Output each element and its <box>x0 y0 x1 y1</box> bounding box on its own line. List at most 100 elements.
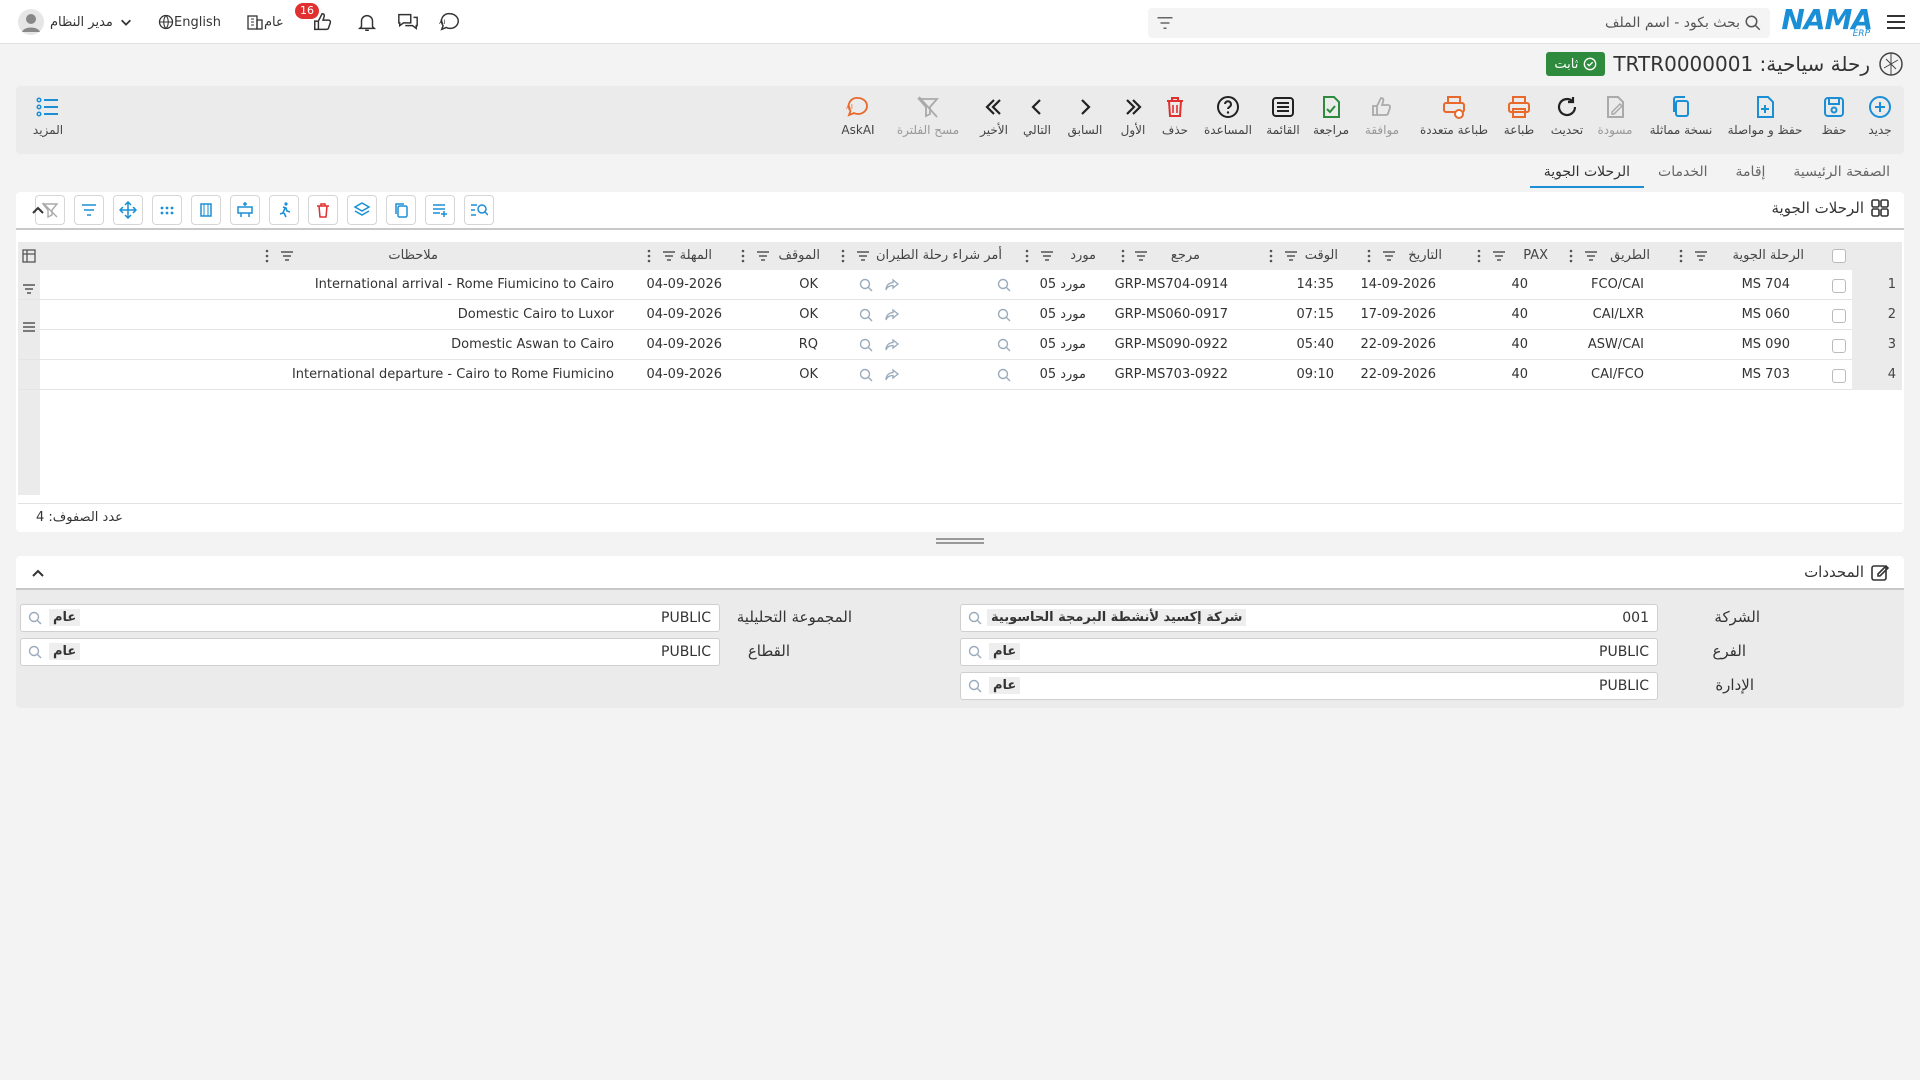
user-menu[interactable]: مدير النظام <box>10 9 133 35</box>
save-continue-button[interactable]: حفظ و مواصلة <box>1724 94 1806 137</box>
insert-row-button[interactable] <box>230 195 260 225</box>
run-button[interactable] <box>269 195 299 225</box>
row-checkbox[interactable] <box>1832 339 1846 353</box>
search-icon[interactable] <box>858 337 874 353</box>
draft-button[interactable]: مسودة <box>1594 94 1636 137</box>
col-purchase-order[interactable]: أمر شراء رحلة الطيران <box>830 242 1016 270</box>
refresh-button[interactable]: تحديث <box>1546 94 1588 137</box>
language-switch[interactable]: English <box>158 11 225 33</box>
col-time[interactable]: الوقت <box>1258 242 1362 270</box>
table-settings-icon[interactable] <box>22 249 36 263</box>
layers-button[interactable] <box>347 195 377 225</box>
column-menu-icon[interactable] <box>738 249 748 263</box>
more-button[interactable]: المزيد <box>28 94 68 137</box>
column-filter-icon[interactable] <box>1284 250 1298 262</box>
sector-field[interactable]: PUBLIC عام <box>20 638 720 666</box>
table-row[interactable]: 4 MS 703 CAI/FCO 40 22-09-2026 09:10 GRP… <box>18 360 1902 390</box>
save-button[interactable]: حفظ <box>1810 94 1858 137</box>
department-field[interactable]: PUBLIC عام <box>960 672 1658 700</box>
search-icon[interactable] <box>967 610 983 626</box>
hamburger-menu-icon[interactable] <box>1884 10 1908 34</box>
share-arrow-icon[interactable] <box>884 337 900 353</box>
search-icon[interactable] <box>858 307 874 323</box>
col-pax[interactable]: PAX <box>1472 242 1568 270</box>
column-menu-icon[interactable] <box>1474 249 1484 263</box>
new-button[interactable]: جديد <box>1856 94 1904 137</box>
messages-button[interactable] <box>396 11 420 33</box>
approvals-button[interactable]: 16 <box>295 3 334 33</box>
column-filter-icon[interactable] <box>856 250 870 262</box>
search-icon[interactable] <box>1744 14 1762 32</box>
share-arrow-icon[interactable] <box>884 277 900 293</box>
branch-field[interactable]: PUBLIC عام <box>960 638 1658 666</box>
delete-button[interactable]: حذف <box>1158 94 1192 137</box>
search-input[interactable] <box>1200 8 1740 38</box>
column-menu-icon[interactable] <box>1676 249 1686 263</box>
search-icon[interactable] <box>858 367 874 383</box>
search-icon[interactable] <box>967 678 983 694</box>
help-button[interactable]: المساعدة <box>1200 94 1256 137</box>
company-field[interactable]: 001 شركة إكسيد لأنشطة البرمجة الحاسوبية <box>960 604 1658 632</box>
tab-accommodation[interactable]: إقامة <box>1722 160 1780 188</box>
tab-services[interactable]: الخدمات <box>1644 160 1722 188</box>
move-button[interactable] <box>113 195 143 225</box>
search-icon[interactable] <box>996 337 1012 353</box>
add-row-button[interactable] <box>425 195 455 225</box>
filter-icon[interactable] <box>1156 15 1174 31</box>
tab-flights[interactable]: الرحلات الجوية <box>1529 160 1645 188</box>
search-icon[interactable] <box>858 277 874 293</box>
notifications-button[interactable] <box>356 11 378 33</box>
col-deadline[interactable]: المهلة <box>624 242 734 270</box>
column-menu-icon[interactable] <box>1266 249 1276 263</box>
next-record-button[interactable]: التالي <box>1020 94 1054 137</box>
multi-print-button[interactable]: طباعة متعددة <box>1416 94 1492 137</box>
col-reference[interactable]: مرجع <box>1120 242 1260 270</box>
search-icon[interactable] <box>996 277 1012 293</box>
share-arrow-icon[interactable] <box>884 307 900 323</box>
column-menu-icon[interactable] <box>1022 249 1032 263</box>
search-icon[interactable] <box>996 307 1012 323</box>
askai-button[interactable]: AI AskAI <box>838 94 878 137</box>
tab-home[interactable]: الصفحة الرئيسية <box>1779 160 1904 188</box>
col-status[interactable]: الموقف <box>720 242 830 270</box>
analysis-group-field[interactable]: PUBLIC عام <box>20 604 720 632</box>
col-route[interactable]: الطريق <box>1568 242 1668 270</box>
row-checkbox[interactable] <box>1832 369 1846 383</box>
search-icon[interactable] <box>27 610 43 626</box>
column-menu-icon[interactable] <box>838 249 848 263</box>
last-record-button[interactable]: الأخير <box>976 94 1012 137</box>
review-button[interactable]: مراجعة <box>1310 94 1352 137</box>
column-filter-icon[interactable] <box>1382 250 1396 262</box>
column-filter-icon[interactable] <box>1694 250 1708 262</box>
column-filter-icon[interactable] <box>1584 250 1598 262</box>
grid-search-button[interactable] <box>464 195 494 225</box>
row-checkbox[interactable] <box>1832 279 1846 293</box>
column-menu-icon[interactable] <box>1364 249 1374 263</box>
panel-resize-handle[interactable] <box>936 538 984 544</box>
column-filter-icon[interactable] <box>1134 250 1148 262</box>
sort-filter-button[interactable] <box>74 195 104 225</box>
clear-filter-button[interactable]: مسح الفلترة <box>896 94 960 137</box>
column-menu-icon[interactable] <box>262 249 272 263</box>
column-menu-icon[interactable] <box>644 249 654 263</box>
previous-record-button[interactable]: السابق <box>1066 94 1104 137</box>
table-row[interactable]: 3 MS 090 ASW/CAI 40 22-09-2026 05:40 GRP… <box>18 330 1902 360</box>
copy-row-button[interactable] <box>386 195 416 225</box>
search-icon[interactable] <box>27 644 43 660</box>
search-icon[interactable] <box>996 367 1012 383</box>
first-record-button[interactable]: الأول <box>1116 94 1150 137</box>
collapse-chevron-up-icon[interactable] <box>30 202 46 218</box>
ai-assistant-button[interactable]: AI <box>438 11 462 33</box>
print-button[interactable]: طباعة <box>1498 94 1540 137</box>
table-row[interactable]: 2 MS 060 CAI/LXR 40 17-09-2026 07:15 GRP… <box>18 300 1902 330</box>
column-filter-icon[interactable] <box>1040 250 1054 262</box>
select-all-checkbox[interactable] <box>1832 249 1846 263</box>
search-icon[interactable] <box>967 644 983 660</box>
col-notes[interactable]: ملاحظات <box>38 242 638 270</box>
delete-row-button[interactable] <box>308 195 338 225</box>
scope-selector[interactable]: عام <box>246 11 288 33</box>
collapse-chevron-up-icon[interactable] <box>30 565 46 581</box>
approve-button[interactable]: موافقة <box>1360 94 1404 137</box>
column-filter-icon[interactable] <box>1492 250 1506 262</box>
column-filter-icon[interactable] <box>280 250 294 262</box>
